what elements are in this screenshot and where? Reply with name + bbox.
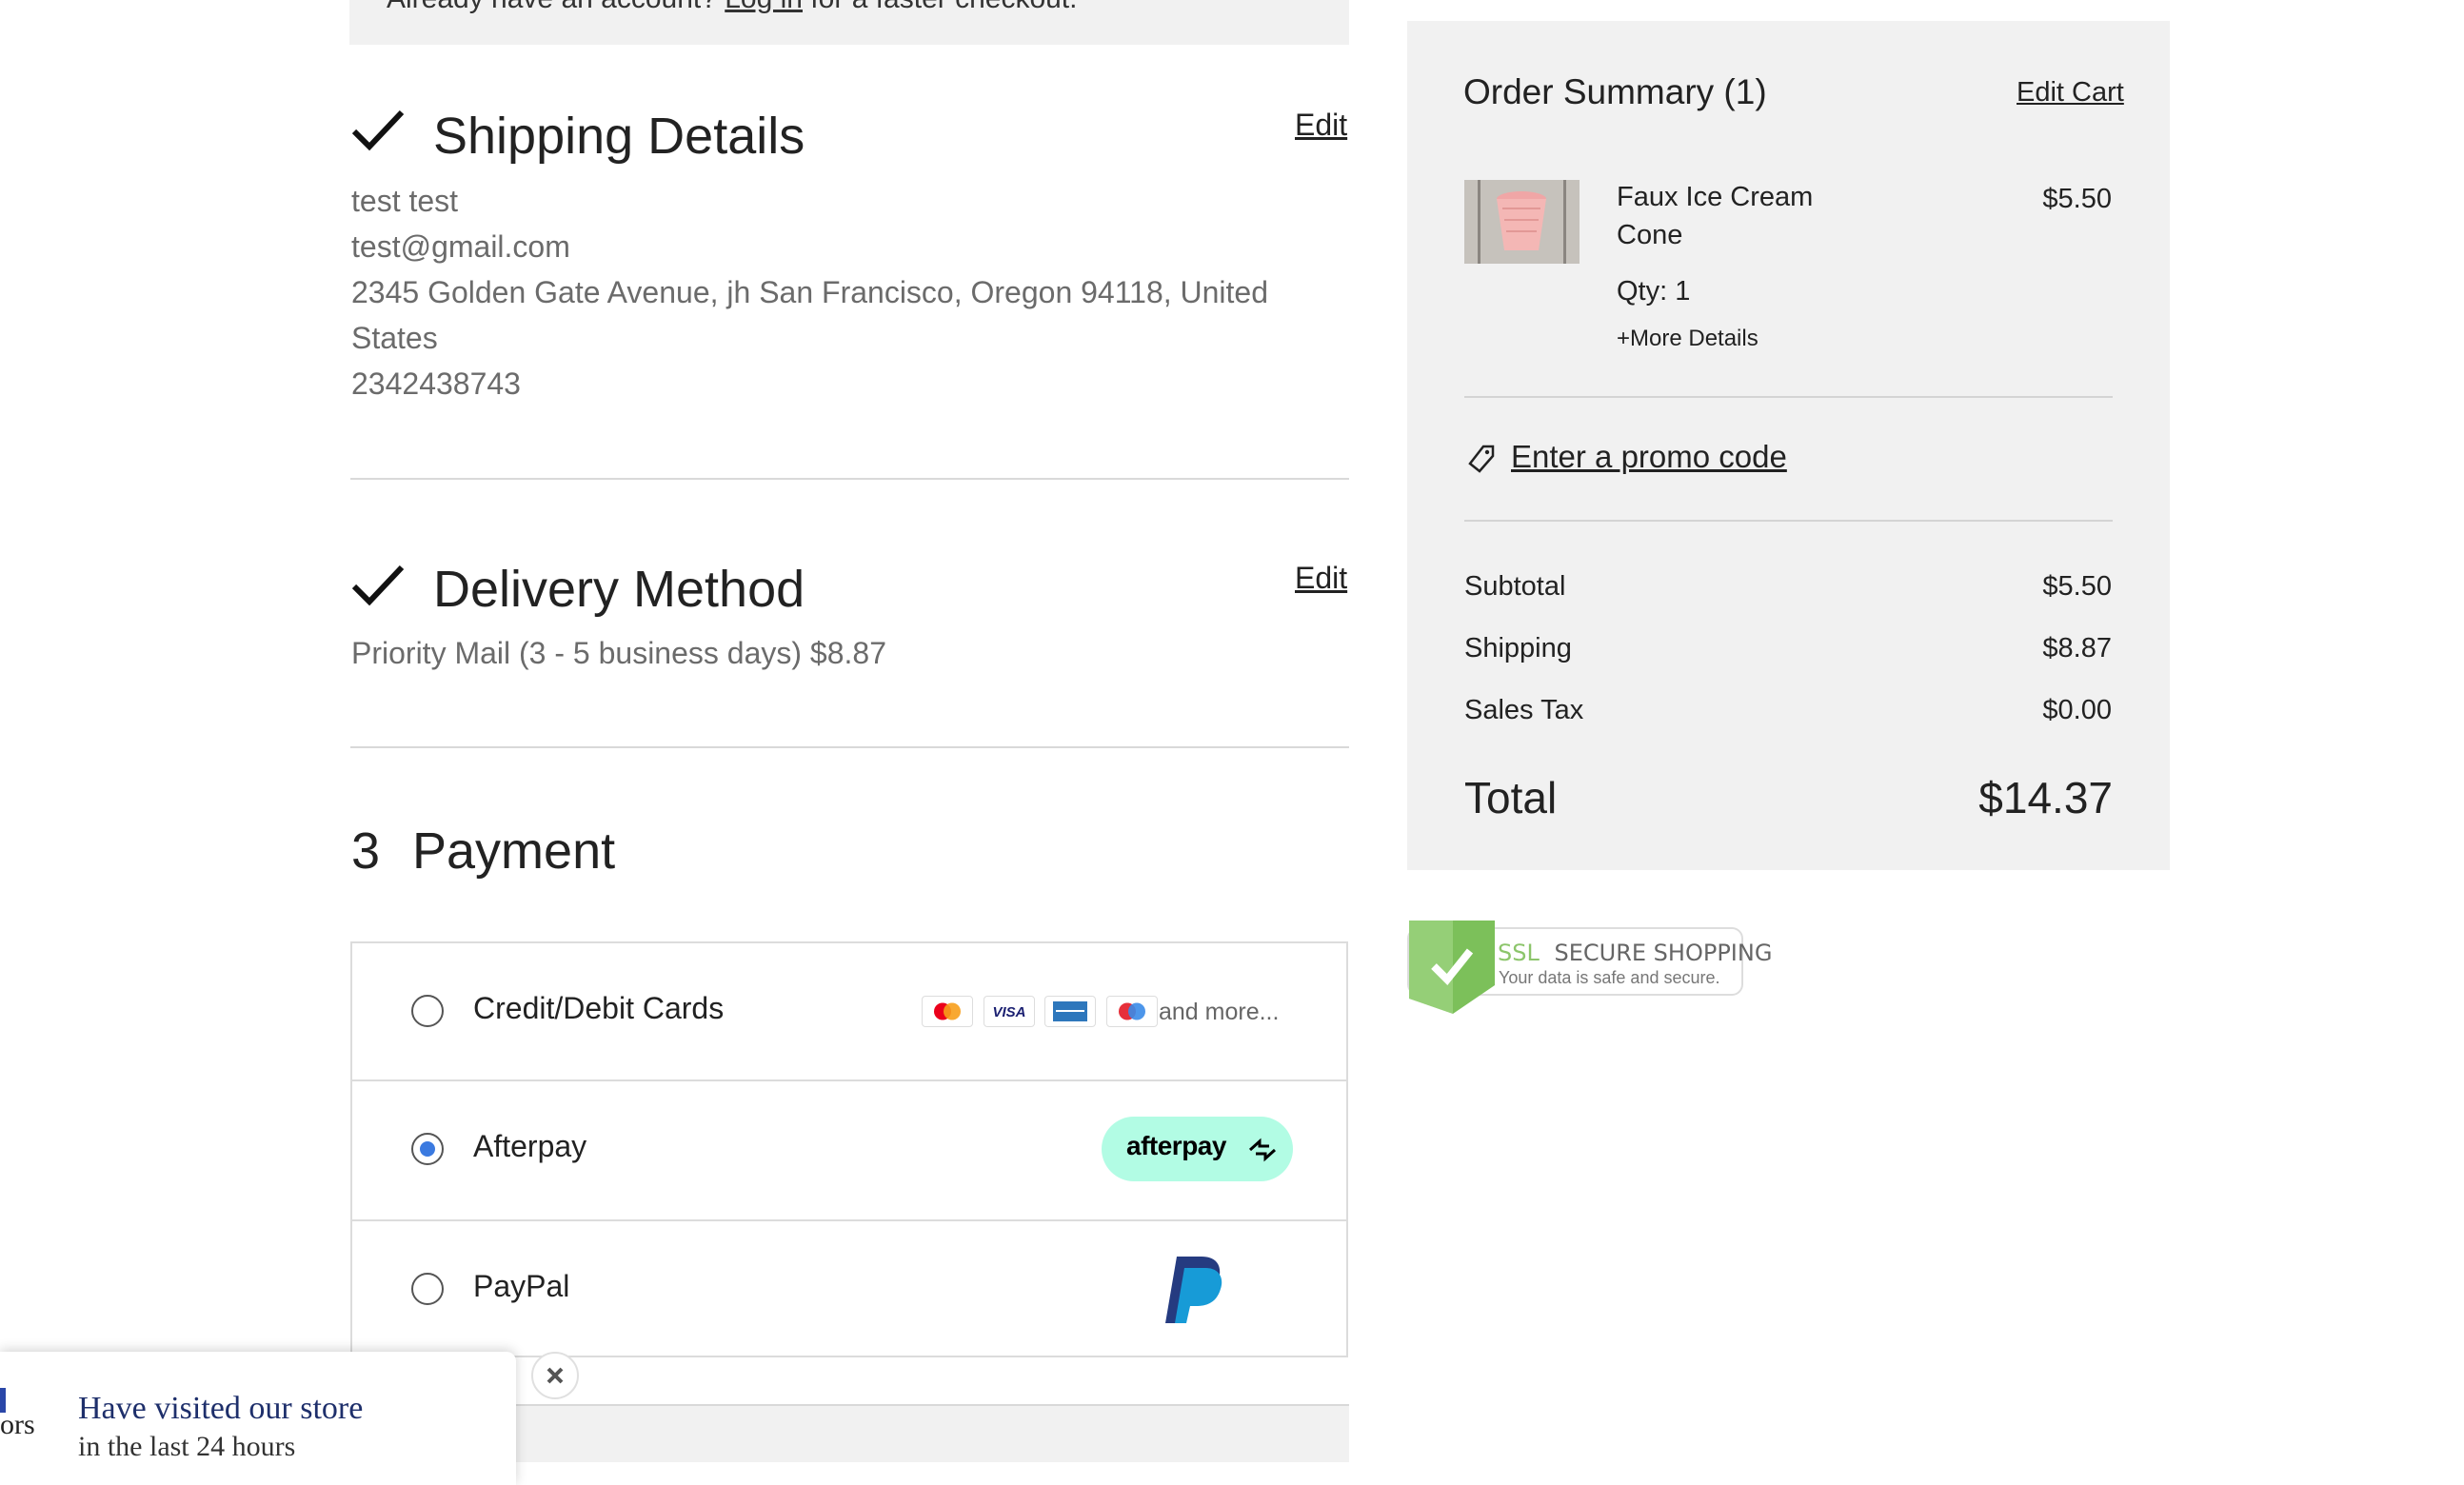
delivery-edit-link[interactable]: Edit [1295,561,1347,596]
payment-label-afterpay: Afterpay [473,1129,587,1163]
ssl-subtitle: Your data is safe and secure. [1499,968,1720,987]
summary-divider [1464,520,2113,522]
login-link[interactable]: Log in [725,0,803,14]
tag-icon [1468,445,1495,473]
section-divider [350,746,1349,748]
payment-option-cards[interactable]: Credit/Debit Cards VISA and more... [352,943,1346,1081]
radio-paypal[interactable] [411,1273,444,1305]
afterpay-logo: afterpay [1102,1117,1293,1181]
radio-afterpay[interactable] [411,1133,444,1165]
checkmark-icon [351,109,405,151]
radio-cards[interactable] [411,995,444,1027]
product-qty: Qty: 1 [1617,276,1691,307]
total-label: Total [1464,773,1558,822]
popup-count-fragment [0,1388,6,1413]
svg-text:VISA: VISA [992,1004,1025,1020]
ssl-title-line: SSL SECURE SHOPPING [1498,940,1772,966]
payment-label-paypal: PayPal [473,1269,570,1303]
shipping-edit-link[interactable]: Edit [1295,108,1347,143]
close-icon [546,1367,564,1384]
visa-icon: VISA [984,996,1035,1027]
shipping-email: test@gmail.com [351,229,570,264]
payment-step-number: 3 [351,822,381,880]
total-value: $14.37 [1978,773,2113,822]
shipping-address-line1: 2345 Golden Gate Avenue, jh San Francisc… [351,275,1269,309]
product-name-line1: Faux Ice Cream [1617,182,1814,212]
popup-side-text: ors [0,1409,35,1440]
subtotal-label: Subtotal [1464,571,1566,602]
afterpay-logo-text: afterpay [1126,1131,1226,1160]
shipping-title: Shipping Details [433,108,805,165]
product-thumbnail[interactable] [1464,180,1580,264]
login-prefix: Already have an account? [387,0,717,14]
shipping-cost-value: $8.87 [2042,633,2112,663]
login-banner-text: Already have an account? Log in for a fa… [387,0,1077,15]
shipping-cost-label: Shipping [1464,633,1572,663]
payment-option-paypal[interactable]: PayPal [352,1221,1346,1359]
sales-tax-value: $0.00 [2042,695,2112,725]
shipping-phone: 2342438743 [351,366,521,401]
afterpay-arrows-icon [1248,1138,1277,1162]
secure-shopping-text: SECURE SHOPPING [1554,940,1773,966]
payment-title: Payment [412,822,616,880]
order-summary-title: Order Summary (1) [1463,72,1767,111]
payment-options: Credit/Debit Cards VISA and more... Afte… [350,941,1348,1357]
summary-divider [1464,396,2113,398]
more-details-link[interactable]: +More Details [1617,326,1759,352]
sales-tax-label: Sales Tax [1464,695,1584,725]
paypal-logo-icon [1165,1257,1222,1323]
product-name-line2: Cone [1617,220,1683,250]
section-divider [516,1404,1349,1406]
cards-and-more: and more... [1159,999,1280,1025]
mastercard-icon [922,996,973,1027]
shipping-name: test test [351,184,459,218]
login-suffix: for a faster checkout. [810,0,1077,14]
shipping-address-line2: States [351,321,438,355]
popup-subline: in the last 24 hours [78,1431,296,1462]
product-price: $5.50 [2042,184,2112,214]
checkmark-icon [351,564,405,606]
section-divider [350,478,1349,480]
subtotal-value: $5.50 [2042,571,2112,602]
popup-headline: Have visited our store [78,1391,364,1426]
delivery-title: Delivery Method [433,561,805,618]
edit-cart-link[interactable]: Edit Cart [2017,77,2124,109]
next-section-band [516,1406,1349,1462]
amex-icon [1044,996,1096,1027]
ice-cream-cone-image [1464,180,1580,264]
delivery-method-text: Priority Mail (3 - 5 business days) $8.8… [351,636,886,670]
shield-check-icon [1409,921,1495,1014]
payment-option-afterpay[interactable]: Afterpay afterpay [352,1081,1346,1221]
popup-close-button[interactable] [531,1352,579,1399]
maestro-icon [1106,996,1158,1027]
payment-label-cards: Credit/Debit Cards [473,991,725,1025]
promo-code-link[interactable]: Enter a promo code [1511,439,1787,475]
ssl-text: SSL [1498,940,1540,966]
